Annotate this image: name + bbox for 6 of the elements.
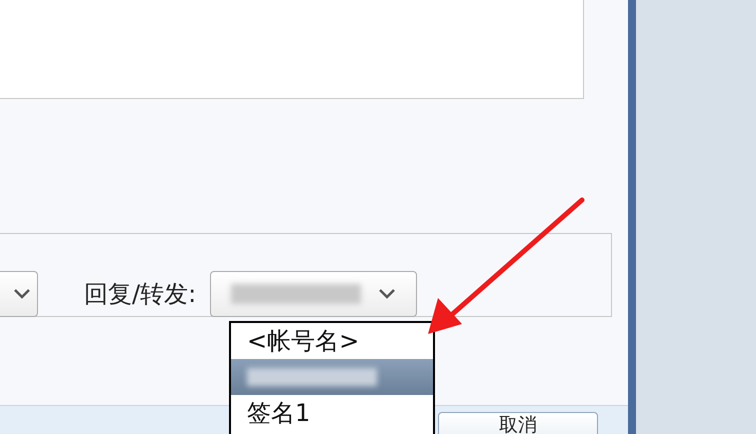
chevron-down-icon (378, 288, 396, 300)
cancel-button[interactable]: 取消 (438, 412, 598, 434)
dropdown[interactable] (0, 271, 38, 317)
list-item[interactable] (231, 359, 433, 395)
chevron-down-icon (13, 288, 31, 300)
reply-forward-label: 回复/转发: (84, 279, 196, 310)
